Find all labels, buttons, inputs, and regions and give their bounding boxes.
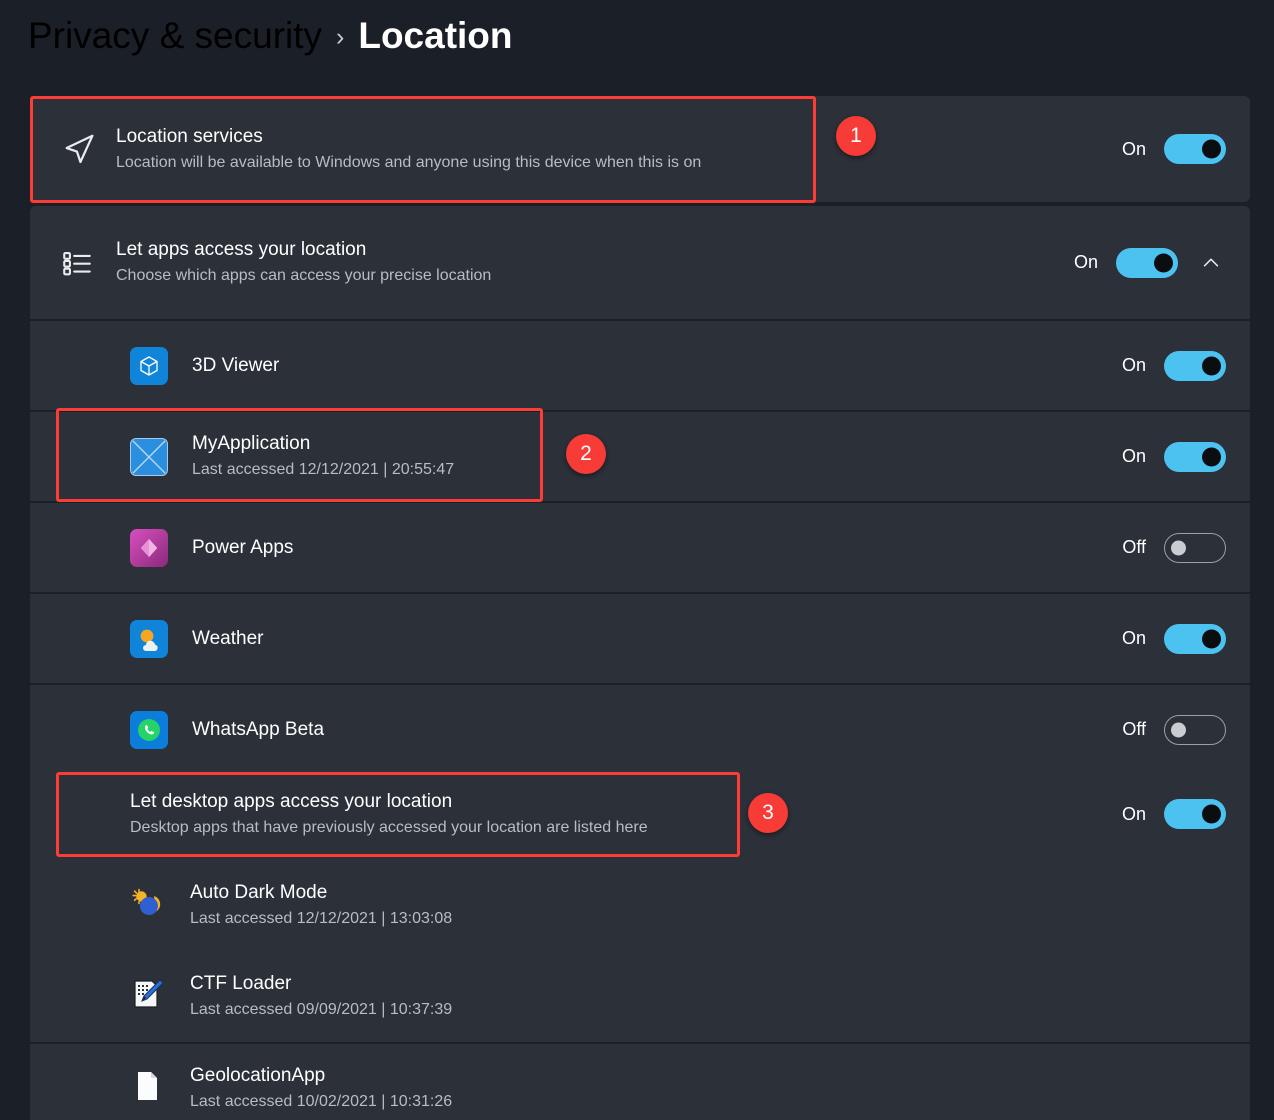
settings-page: Privacy & security › Location Location s…: [0, 0, 1274, 1120]
let-desktop-apps-state-label: On: [1121, 803, 1146, 824]
app-text: Power Apps: [192, 535, 1116, 561]
app-name: WhatsApp Beta: [192, 718, 325, 740]
app-toggle[interactable]: [1164, 623, 1226, 654]
toggle-knob: [1202, 447, 1221, 466]
desktop-app-row-auto-dark-mode: Auto Dark Mode Last accessed 12/12/2021 …: [30, 860, 1250, 951]
desktop-app-last-accessed: Last accessed 12/12/2021 | 13:03:08: [190, 910, 453, 927]
app-toggle[interactable]: [1164, 714, 1226, 745]
annotation-badge-3: 3: [748, 793, 788, 833]
toggle-knob: [1171, 540, 1186, 555]
desktop-app-last-accessed: Last accessed 10/02/2021 | 10:31:26: [190, 1093, 453, 1110]
app-name: Weather: [192, 627, 264, 649]
desktop-app-name: Auto Dark Mode: [190, 882, 328, 903]
power-apps-icon: [130, 528, 170, 567]
3d-viewer-icon: [130, 346, 170, 385]
desktop-app-text: GeolocationApp Last accessed 10/02/2021 …: [190, 1063, 1226, 1114]
app-name: MyApplication: [192, 433, 311, 454]
app-text: WhatsApp Beta: [192, 717, 1116, 743]
app-row-power-apps[interactable]: Power Apps Off: [30, 501, 1250, 592]
toggle-knob: [1202, 139, 1221, 159]
desktop-app-name: GeolocationApp: [190, 1065, 326, 1086]
breadcrumb-parent-link[interactable]: Privacy & security: [28, 8, 322, 64]
ctf-loader-icon: [130, 977, 170, 1016]
auto-dark-mode-icon: [130, 886, 170, 925]
myapplication-icon: [130, 437, 170, 476]
toggle-knob: [1202, 629, 1221, 648]
app-controls: On: [1116, 441, 1226, 472]
list-icon: [60, 246, 116, 280]
let-desktop-apps-controls: On: [1116, 799, 1226, 829]
desktop-app-text: Auto Dark Mode Last accessed 12/12/2021 …: [190, 880, 1226, 931]
app-name: 3D Viewer: [192, 354, 280, 376]
location-services-text: Location services Location will be avail…: [116, 124, 1116, 175]
annotation-badge-1: 1: [836, 116, 876, 156]
app-controls: On: [1116, 350, 1226, 381]
let-apps-state-label: On: [1073, 252, 1098, 272]
desktop-app-row-geolocationapp: GeolocationApp Last accessed 10/02/2021 …: [30, 1042, 1250, 1120]
app-row-whatsapp-beta[interactable]: WhatsApp Beta Off: [30, 683, 1250, 774]
app-last-accessed: Last accessed 12/12/2021 | 20:55:47: [192, 461, 455, 478]
let-apps-subtitle: Choose which apps can access your precis…: [116, 267, 492, 284]
desktop-app-name: CTF Loader: [190, 973, 292, 994]
let-desktop-apps-toggle[interactable]: [1164, 799, 1226, 829]
toggle-knob: [1202, 356, 1221, 375]
let-apps-toggle[interactable]: [1116, 247, 1178, 278]
app-state-label: On: [1121, 355, 1146, 375]
app-row-myapplication[interactable]: MyApplication Last accessed 12/12/2021 |…: [30, 410, 1250, 501]
let-apps-text: Let apps access your location Choose whi…: [116, 237, 1068, 288]
app-controls: On: [1116, 623, 1226, 654]
toggle-knob: [1171, 722, 1186, 737]
location-services-state-label: On: [1121, 138, 1146, 159]
let-apps-title: Let apps access your location: [116, 239, 367, 260]
app-row-3d-viewer[interactable]: 3D Viewer On: [30, 319, 1250, 410]
weather-icon: [130, 619, 170, 658]
app-state-label: Off: [1122, 719, 1146, 739]
breadcrumb: Privacy & security › Location: [28, 8, 513, 64]
location-services-toggle[interactable]: [1164, 134, 1226, 164]
let-apps-card: Let apps access your location Choose whi…: [30, 206, 1250, 774]
desktop-app-row-ctf-loader: CTF Loader Last accessed 09/09/2021 | 10…: [30, 951, 1250, 1042]
whatsapp-icon: [130, 710, 170, 749]
app-toggle[interactable]: [1164, 441, 1226, 472]
let-desktop-apps-subtitle: Desktop apps that have previously access…: [130, 818, 648, 836]
app-name: Power Apps: [192, 536, 294, 558]
location-services-row[interactable]: Location services Location will be avail…: [30, 96, 1250, 202]
let-apps-row[interactable]: Let apps access your location Choose whi…: [30, 206, 1250, 319]
document-icon: [130, 1069, 170, 1108]
app-text: Weather: [192, 626, 1116, 652]
annotation-badge-2: 2: [566, 434, 606, 474]
desktop-app-text: CTF Loader Last accessed 09/09/2021 | 10…: [190, 971, 1226, 1022]
app-controls: Off: [1116, 532, 1226, 563]
location-services-subtitle: Location will be available to Windows an…: [116, 153, 702, 171]
location-services-card: Location services Location will be avail…: [30, 96, 1250, 202]
let-desktop-apps-card: Let desktop apps access your location De…: [30, 768, 1250, 1120]
location-services-controls: On: [1116, 134, 1226, 164]
let-desktop-apps-row[interactable]: Let desktop apps access your location De…: [30, 768, 1250, 860]
let-desktop-apps-text: Let desktop apps access your location De…: [130, 789, 1116, 840]
toggle-knob: [1202, 804, 1221, 824]
chevron-up-icon[interactable]: [1196, 248, 1226, 278]
app-state-label: On: [1121, 628, 1146, 648]
toggle-knob: [1154, 253, 1173, 272]
app-text: 3D Viewer: [192, 353, 1116, 379]
location-arrow-icon: [60, 130, 116, 168]
page-title: Location: [358, 15, 513, 56]
app-controls: Off: [1116, 714, 1226, 745]
let-desktop-apps-title: Let desktop apps access your location: [130, 790, 453, 812]
let-apps-controls: On: [1068, 247, 1226, 278]
desktop-app-last-accessed: Last accessed 09/09/2021 | 10:37:39: [190, 1001, 453, 1018]
chevron-right-icon: ›: [336, 23, 345, 51]
app-row-weather[interactable]: Weather On: [30, 592, 1250, 683]
app-state-label: Off: [1122, 537, 1146, 557]
app-toggle[interactable]: [1164, 532, 1226, 563]
app-text: MyApplication Last accessed 12/12/2021 |…: [192, 431, 1116, 482]
app-toggle[interactable]: [1164, 350, 1226, 381]
location-services-title: Location services: [116, 125, 263, 147]
app-state-label: On: [1121, 446, 1146, 466]
